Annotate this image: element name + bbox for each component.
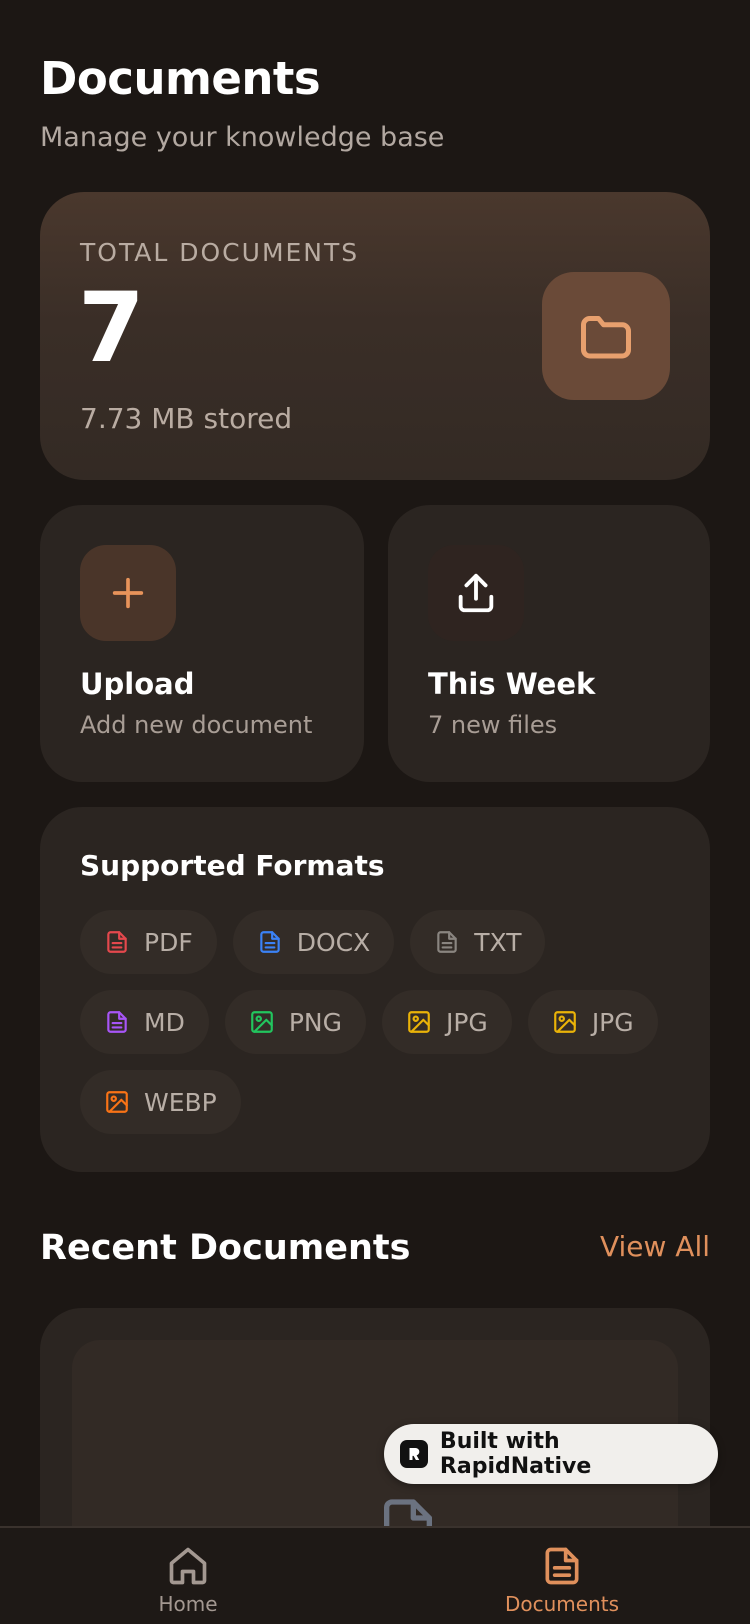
rapidnative-logo-icon — [400, 1440, 428, 1468]
supported-formats-title: Supported Formats — [80, 849, 385, 882]
folder-icon — [581, 316, 631, 359]
image-icon — [106, 1091, 128, 1113]
format-label: PDF — [144, 927, 193, 957]
this-week-subtitle: 7 new files — [428, 711, 558, 739]
tab-home[interactable]: Home — [88, 1544, 288, 1616]
this-week-icon-tile — [428, 545, 524, 641]
tab-documents[interactable]: Documents — [462, 1544, 662, 1616]
format-chip-txt: TXT — [410, 910, 546, 974]
format-chip-md: MD — [80, 990, 209, 1054]
plus-icon — [112, 577, 144, 609]
this-week-card[interactable]: This Week 7 new files — [388, 505, 710, 782]
format-chip-pdf: PDF — [80, 910, 217, 974]
format-label: PNG — [288, 1007, 342, 1037]
format-chip-jpg: JPG — [381, 990, 512, 1054]
file-text-icon — [437, 931, 457, 953]
upload-arrow-icon — [458, 573, 494, 613]
format-chip-docx: DOCX — [232, 910, 395, 974]
format-chip-jpg: JPG — [527, 990, 658, 1054]
total-documents-card: TOTAL DOCUMENTS 7 7.73 MB stored — [40, 192, 710, 480]
supported-formats-card: Supported Formats PDF DOCX TXT MD PNG JP… — [40, 807, 710, 1172]
upload-card[interactable]: Upload Add new document — [40, 505, 364, 782]
page-title: Documents — [40, 52, 321, 105]
image-icon — [250, 1011, 273, 1033]
recent-documents-title: Recent Documents — [40, 1228, 411, 1268]
format-label: DOCX — [296, 927, 371, 957]
document-icon — [545, 1547, 579, 1585]
format-label: WEBP — [144, 1087, 217, 1117]
bottom-tab-bar: Home Documents — [0, 1526, 750, 1624]
upload-title: Upload — [80, 667, 195, 701]
image-icon — [408, 1011, 430, 1033]
file-text-icon — [107, 931, 127, 953]
format-label: TXT — [474, 927, 522, 957]
page-subtitle: Manage your knowledge base — [40, 122, 445, 153]
storage-size: 7.73 MB stored — [80, 402, 293, 435]
folder-tile — [542, 272, 670, 400]
image-icon — [553, 1011, 576, 1033]
view-all-link[interactable]: View All — [600, 1230, 710, 1263]
format-label: MD — [144, 1007, 185, 1037]
file-text-icon — [259, 931, 280, 953]
format-chip-list: PDF DOCX TXT MD PNG JPG JPG WEBP — [80, 910, 680, 1134]
format-label: JPG — [445, 1007, 488, 1037]
tab-home-label: Home — [158, 1592, 218, 1616]
format-label: JPG — [591, 1007, 634, 1037]
total-documents-count: 7 — [78, 272, 145, 384]
home-icon — [169, 1547, 207, 1585]
format-chip-webp: WEBP — [80, 1070, 241, 1134]
total-documents-label: TOTAL DOCUMENTS — [80, 238, 360, 267]
tab-documents-label: Documents — [504, 1592, 620, 1616]
built-with-badge[interactable]: Built with RapidNative — [384, 1424, 718, 1484]
built-with-text: Built with RapidNative — [439, 1429, 592, 1479]
format-chip-png: PNG — [224, 990, 366, 1054]
upload-subtitle: Add new document — [80, 711, 313, 739]
this-week-title: This Week — [428, 667, 596, 701]
file-text-icon — [107, 1011, 127, 1033]
upload-icon-tile — [80, 545, 176, 641]
